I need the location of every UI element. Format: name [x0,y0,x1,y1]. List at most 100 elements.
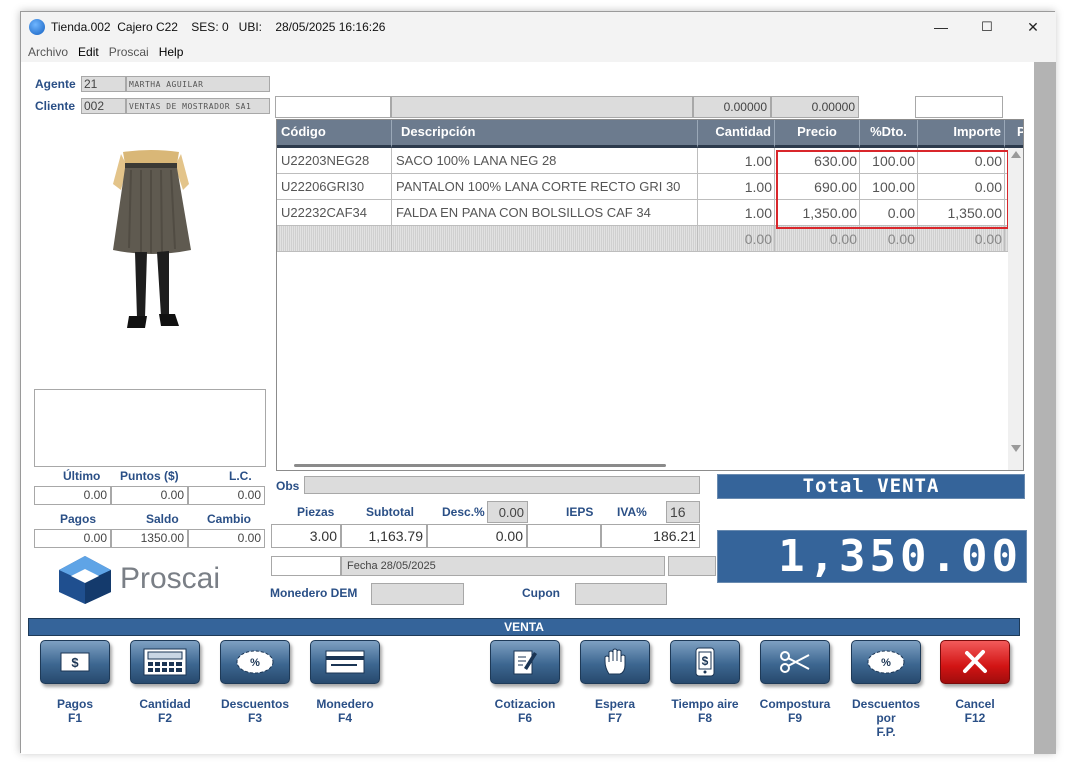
col-codigo[interactable]: Código [277,120,392,148]
ultimo-label: Último [63,469,101,483]
iva-value: 186.21 [601,524,700,548]
new-entry-row[interactable]: 0.00 0.00 0.00 0.00 [277,226,1008,252]
monedero-button[interactable]: Monedero F4 [305,640,385,725]
notes-box [34,389,266,467]
desc-pct-field[interactable]: 0.00 [487,501,528,523]
calculator-icon [143,648,187,676]
scroll-thumb[interactable] [294,464,666,467]
cliente-code-field[interactable]: 002 [81,98,126,114]
cell-dto: 0.00 [860,226,918,252]
card-icon [325,650,365,674]
cell-descripcion: PANTALON 100% LANA CORTE RECTO GRI 30 [392,174,698,200]
total-venta-display: 1,350.00 [717,530,1027,583]
hand-icon [604,648,626,675]
col-descripcion[interactable]: Descripción [392,120,698,148]
scroll-down-icon[interactable] [1011,445,1021,452]
saldo-label: Saldo [146,512,179,526]
highlight-box [776,150,1009,229]
espera-key: F7 [607,711,622,725]
close-button[interactable]: ✕ [1010,12,1056,42]
monedero-face[interactable] [310,640,380,684]
pagos-face[interactable]: $ [40,640,110,684]
descuentos-button[interactable]: % Descuentos F3 [215,640,295,725]
code-entry-field[interactable] [275,96,391,118]
iva-label: IVA% [617,505,647,519]
scroll-up-icon[interactable] [1011,151,1021,158]
col-importe[interactable]: Importe [918,120,1005,148]
desc-label: Desc.% [442,505,485,519]
minimize-button[interactable]: — [918,12,964,42]
menu-archivo[interactable]: Archivo [28,45,68,59]
cliente-label: Cliente [35,99,76,113]
descuentos-label: Descuentos [220,697,290,711]
descuentos-fp-button[interactable]: % Descuentos por F.P. [845,640,927,739]
qty-total-field: 0.00000 [693,96,771,118]
obs-label: Obs [276,479,300,493]
espera-face[interactable] [580,640,650,684]
col-dto[interactable]: %Dto. [860,120,918,148]
descuentos-fp-face[interactable]: % [851,640,921,684]
cancel-icon [963,650,987,673]
col-cantidad[interactable]: Cantidad [698,120,775,148]
cotizacion-key: F6 [517,711,532,725]
menu-help[interactable]: Help [159,45,184,59]
cantidad-label: Cantidad [139,697,191,711]
cambio-label: Cambio [207,512,252,526]
cotizacion-face[interactable] [490,640,560,684]
cell-cantidad: 0.00 [698,226,775,252]
cancel-face[interactable] [940,640,1010,684]
pagos-button[interactable]: $ Pagos F1 [35,640,115,725]
pagos-value: 0.00 [34,529,111,548]
main-panel: Agente 21 MARTHA AGUILAR Cliente 002 VEN… [21,62,1034,754]
cupon-field[interactable] [575,583,667,605]
phone-icon: $ [695,647,715,677]
cotizacion-button[interactable]: Cotizacion F6 [485,640,565,725]
cantidad-face[interactable] [130,640,200,684]
menu-proscai[interactable]: Proscai [109,45,149,59]
fecha-extra-field [668,556,716,576]
compostura-label: Compostura [759,697,831,711]
agente-code-field[interactable]: 21 [81,76,126,92]
product-image [113,150,191,328]
cell-codigo [277,226,392,252]
pagos-key: F1 [67,711,82,725]
cell-cantidad: 1.00 [698,200,775,226]
piezas-value: 3.00 [271,524,341,548]
tiempo-aire-face[interactable]: $ [670,640,740,684]
horizontal-scrollbar[interactable] [277,461,1008,470]
compostura-face[interactable] [760,640,830,684]
aux-field[interactable] [915,96,1003,118]
col-p[interactable]: P [1005,120,1023,148]
vertical-scrollbar[interactable] [1008,148,1023,470]
cantidad-button[interactable]: Cantidad F2 [125,640,205,725]
discount-icon: % [867,650,905,674]
title-bar: Tienda.002 Cajero C22 SES: 0 UBI: 28/05/… [21,12,1056,42]
description-entry-field[interactable] [391,96,693,118]
cancel-label: Cancel [955,697,995,711]
proscai-logo-icon [59,556,111,604]
app-window: Tienda.002 Cajero C22 SES: 0 UBI: 28/05/… [20,11,1056,754]
ieps-label: IEPS [566,505,594,519]
proscai-logo-text: Proscai [120,562,221,595]
cancel-button[interactable]: Cancel F12 [935,640,1015,725]
cell-descripcion [392,226,698,252]
tiempo-aire-label: Tiempo aire [671,697,739,711]
col-precio[interactable]: Precio [775,120,860,148]
monedero-label: Monedero DEM [270,586,358,600]
puntos-value: 0.00 [111,486,188,505]
cupon-label: Cupon [522,586,560,600]
obs-field[interactable] [304,476,700,494]
descuentos-face[interactable]: % [220,640,290,684]
monedero-field[interactable] [371,583,464,605]
iva-pct-field[interactable]: 16 [666,501,700,523]
pagos-label: Pagos [56,697,93,711]
ultimo-value: 0.00 [34,486,111,505]
compostura-button[interactable]: Compostura F9 [755,640,835,725]
maximize-button[interactable]: ☐ [964,12,1010,42]
menu-edit[interactable]: Edit [78,45,99,59]
pagos-label: Pagos [60,512,97,526]
espera-button[interactable]: Espera F7 [575,640,655,725]
agente-name-field: MARTHA AGUILAR [126,76,270,92]
cell-importe: 0.00 [918,226,1005,252]
tiempo-aire-button[interactable]: $ Tiempo aire F8 [665,640,745,725]
